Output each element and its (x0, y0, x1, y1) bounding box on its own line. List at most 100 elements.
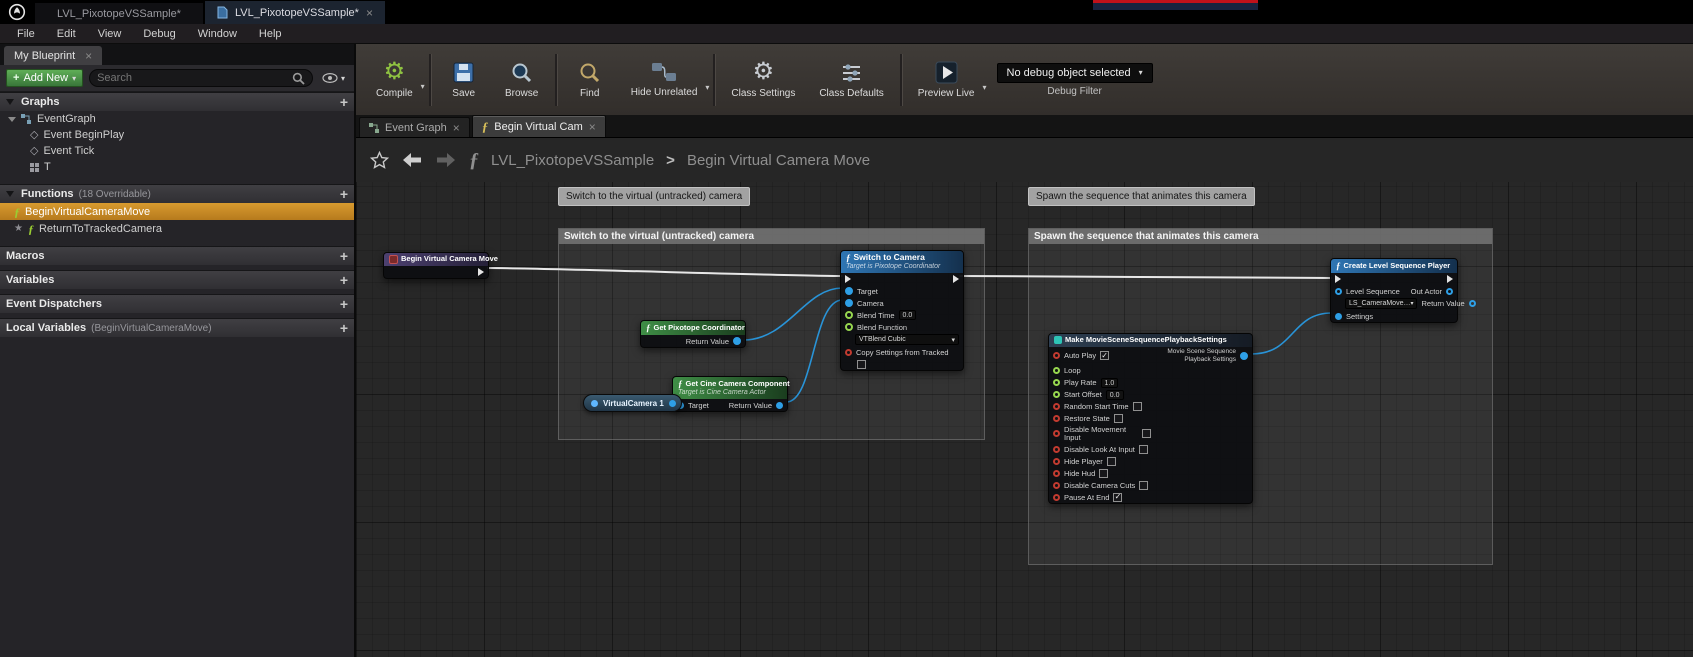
level-sequence-pin[interactable] (1335, 288, 1342, 295)
node-make-playback-settings[interactable]: Make MovieSceneSequencePlaybackSettings … (1048, 333, 1253, 504)
add-variable-button[interactable]: + (340, 273, 348, 287)
copy-settings-pin[interactable] (845, 349, 852, 356)
chevron-down-icon[interactable]: ▾ (705, 83, 709, 92)
close-icon[interactable]: × (589, 121, 596, 133)
sidebar-item-returntotrackedcamera[interactable]: ★ ƒ ReturnToTrackedCamera (0, 220, 354, 237)
out-actor-pin[interactable] (1446, 288, 1453, 295)
add-macro-button[interactable]: + (340, 249, 348, 263)
back-arrow-icon[interactable] (401, 152, 423, 168)
chevron-down-icon[interactable]: ▾ (421, 82, 425, 91)
hide-unrelated-button[interactable]: Hide Unrelated ▾ (619, 57, 710, 102)
node-get-cine-camera-component[interactable]: ƒ Get Cine Camera Component Target is Ci… (672, 376, 788, 412)
hide-player-checkbox[interactable]: ✓ (1107, 457, 1116, 466)
sidebar-item-event-tick[interactable]: ◇ Event Tick (0, 143, 354, 159)
menu-view[interactable]: View (87, 24, 133, 43)
blend-time-pin[interactable] (845, 311, 853, 319)
start-offset-pin[interactable] (1053, 391, 1060, 398)
event-dispatchers-section-header[interactable]: Event Dispatchers + (0, 294, 354, 313)
auto-play-pin[interactable] (1053, 352, 1060, 359)
menu-help[interactable]: Help (248, 24, 293, 43)
local-variables-section-header[interactable]: Local Variables (BeginVirtualCameraMove)… (0, 318, 354, 337)
play-rate-pin[interactable] (1053, 379, 1060, 386)
class-defaults-button[interactable]: Class Defaults (807, 57, 895, 103)
node-switch-to-camera[interactable]: ƒ Switch to Camera Target is Pixotope Co… (840, 250, 964, 371)
pause-at-end-checkbox[interactable]: ✓ (1113, 493, 1122, 502)
return-value-pin[interactable] (733, 337, 741, 345)
camera-pin[interactable] (845, 299, 853, 307)
blend-time-value[interactable]: 0.0 (899, 310, 917, 320)
random-start-time-checkbox[interactable]: ✓ (1133, 402, 1142, 411)
target-pin[interactable] (845, 287, 853, 295)
node-begin-virtual-camera-move[interactable]: Begin Virtual Camera Move (383, 252, 489, 279)
view-options-button[interactable]: ▾ (319, 73, 348, 83)
return-value-pin[interactable] (1469, 300, 1476, 307)
pause-at-end-pin[interactable] (1053, 494, 1060, 501)
find-button[interactable]: Find (561, 57, 619, 103)
compile-button[interactable]: ⚙ Compile ▾ (364, 56, 425, 103)
preview-live-button[interactable]: Preview Live ▾ (906, 57, 987, 103)
play-rate-value[interactable]: 1.0 (1101, 378, 1119, 388)
exec-wire-switch-to-create[interactable] (959, 276, 1331, 278)
random-start-time-pin[interactable] (1053, 403, 1060, 410)
window-tab-level[interactable]: LVL_PixotopeVSSample* (34, 2, 204, 24)
exec-out-pin[interactable] (478, 268, 484, 276)
debug-object-dropdown[interactable]: No debug object selected ▾ (997, 63, 1153, 83)
sidebar-item-t[interactable]: T (0, 159, 354, 175)
playback-settings-out-pin[interactable] (1240, 352, 1248, 360)
add-dispatcher-button[interactable]: + (340, 297, 348, 311)
macros-section-header[interactable]: Macros + (0, 246, 354, 265)
disable-movement-input-checkbox[interactable]: ✓ (1142, 429, 1151, 438)
blend-function-pin[interactable] (845, 323, 853, 331)
sidebar-item-beginvirtualcameramove[interactable]: ƒ BeginVirtualCameraMove (0, 203, 354, 220)
exec-in-pin[interactable] (1335, 275, 1341, 283)
exec-out-pin[interactable] (1447, 275, 1453, 283)
breadcrumb-root[interactable]: LVL_PixotopeVSSample (491, 152, 654, 169)
functions-section-header[interactable]: Functions (18 Overridable) + (0, 184, 354, 203)
hide-hud-pin[interactable] (1053, 470, 1060, 477)
exec-wire-begin-to-switch[interactable] (487, 268, 842, 276)
node-create-level-sequence-player[interactable]: ƒ Create Level Sequence Player Level Seq… (1330, 258, 1458, 323)
sidebar-item-eventgraph[interactable]: EventGraph (0, 111, 354, 127)
node-get-pixotope-coordinator[interactable]: ƒ Get Pixotope Coordinator Return Value (640, 320, 746, 348)
disable-movement-input-pin[interactable] (1053, 430, 1060, 437)
exec-in-pin[interactable] (845, 275, 851, 283)
level-sequence-asset-picker[interactable]: LS_CameraMove… ▾ (1345, 298, 1417, 309)
add-function-button[interactable]: + (340, 187, 348, 201)
menu-window[interactable]: Window (187, 24, 248, 43)
disable-camera-cuts-pin[interactable] (1053, 482, 1060, 489)
copy-settings-checkbox[interactable]: ✓ (857, 360, 866, 369)
menu-debug[interactable]: Debug (132, 24, 186, 43)
search-input[interactable] (97, 72, 287, 84)
data-wire-settings-to-create[interactable] (1252, 313, 1332, 354)
add-graph-button[interactable]: + (340, 95, 348, 109)
exec-out-pin[interactable] (953, 275, 959, 283)
save-button[interactable]: Save (435, 57, 493, 103)
disable-camera-cuts-checkbox[interactable]: ✓ (1139, 481, 1148, 490)
data-wire-pixotope-to-target[interactable] (743, 288, 842, 340)
sidebar-item-event-beginplay[interactable]: ◇ Event BeginPlay (0, 127, 354, 143)
disable-look-at-input-pin[interactable] (1053, 446, 1060, 453)
node-virtualcamera-getter[interactable]: VirtualCamera 1 (583, 394, 682, 412)
class-settings-button[interactable]: ⚙ Class Settings (719, 56, 807, 103)
tab-begin-virtual-cam[interactable]: ƒ Begin Virtual Cam × (472, 115, 606, 137)
close-icon[interactable]: × (453, 122, 460, 134)
close-icon[interactable]: × (85, 50, 92, 62)
forward-arrow-icon[interactable] (435, 152, 457, 168)
loop-pin[interactable] (1053, 367, 1060, 374)
chevron-down-icon[interactable]: ▾ (982, 83, 986, 92)
window-tab-level-active[interactable]: LVL_PixotopeVSSample* × (204, 0, 386, 24)
variables-section-header[interactable]: Variables + (0, 270, 354, 289)
add-new-button[interactable]: + Add New ▾ (6, 69, 83, 87)
close-icon[interactable]: × (366, 7, 373, 19)
tab-event-graph[interactable]: Event Graph × (359, 117, 470, 137)
my-blueprint-tab[interactable]: My Blueprint × (4, 46, 102, 65)
browse-button[interactable]: Browse (493, 57, 551, 103)
expand-arrow-icon[interactable] (8, 117, 16, 122)
hide-player-pin[interactable] (1053, 458, 1060, 465)
settings-pin[interactable] (1335, 313, 1342, 320)
restore-state-pin[interactable] (1053, 415, 1060, 422)
return-value-pin[interactable] (776, 402, 783, 409)
blend-function-dropdown[interactable]: VTBlend Cubic ▾ (855, 334, 959, 345)
auto-play-checkbox[interactable]: ✓ (1100, 351, 1109, 360)
menu-edit[interactable]: Edit (46, 24, 87, 43)
